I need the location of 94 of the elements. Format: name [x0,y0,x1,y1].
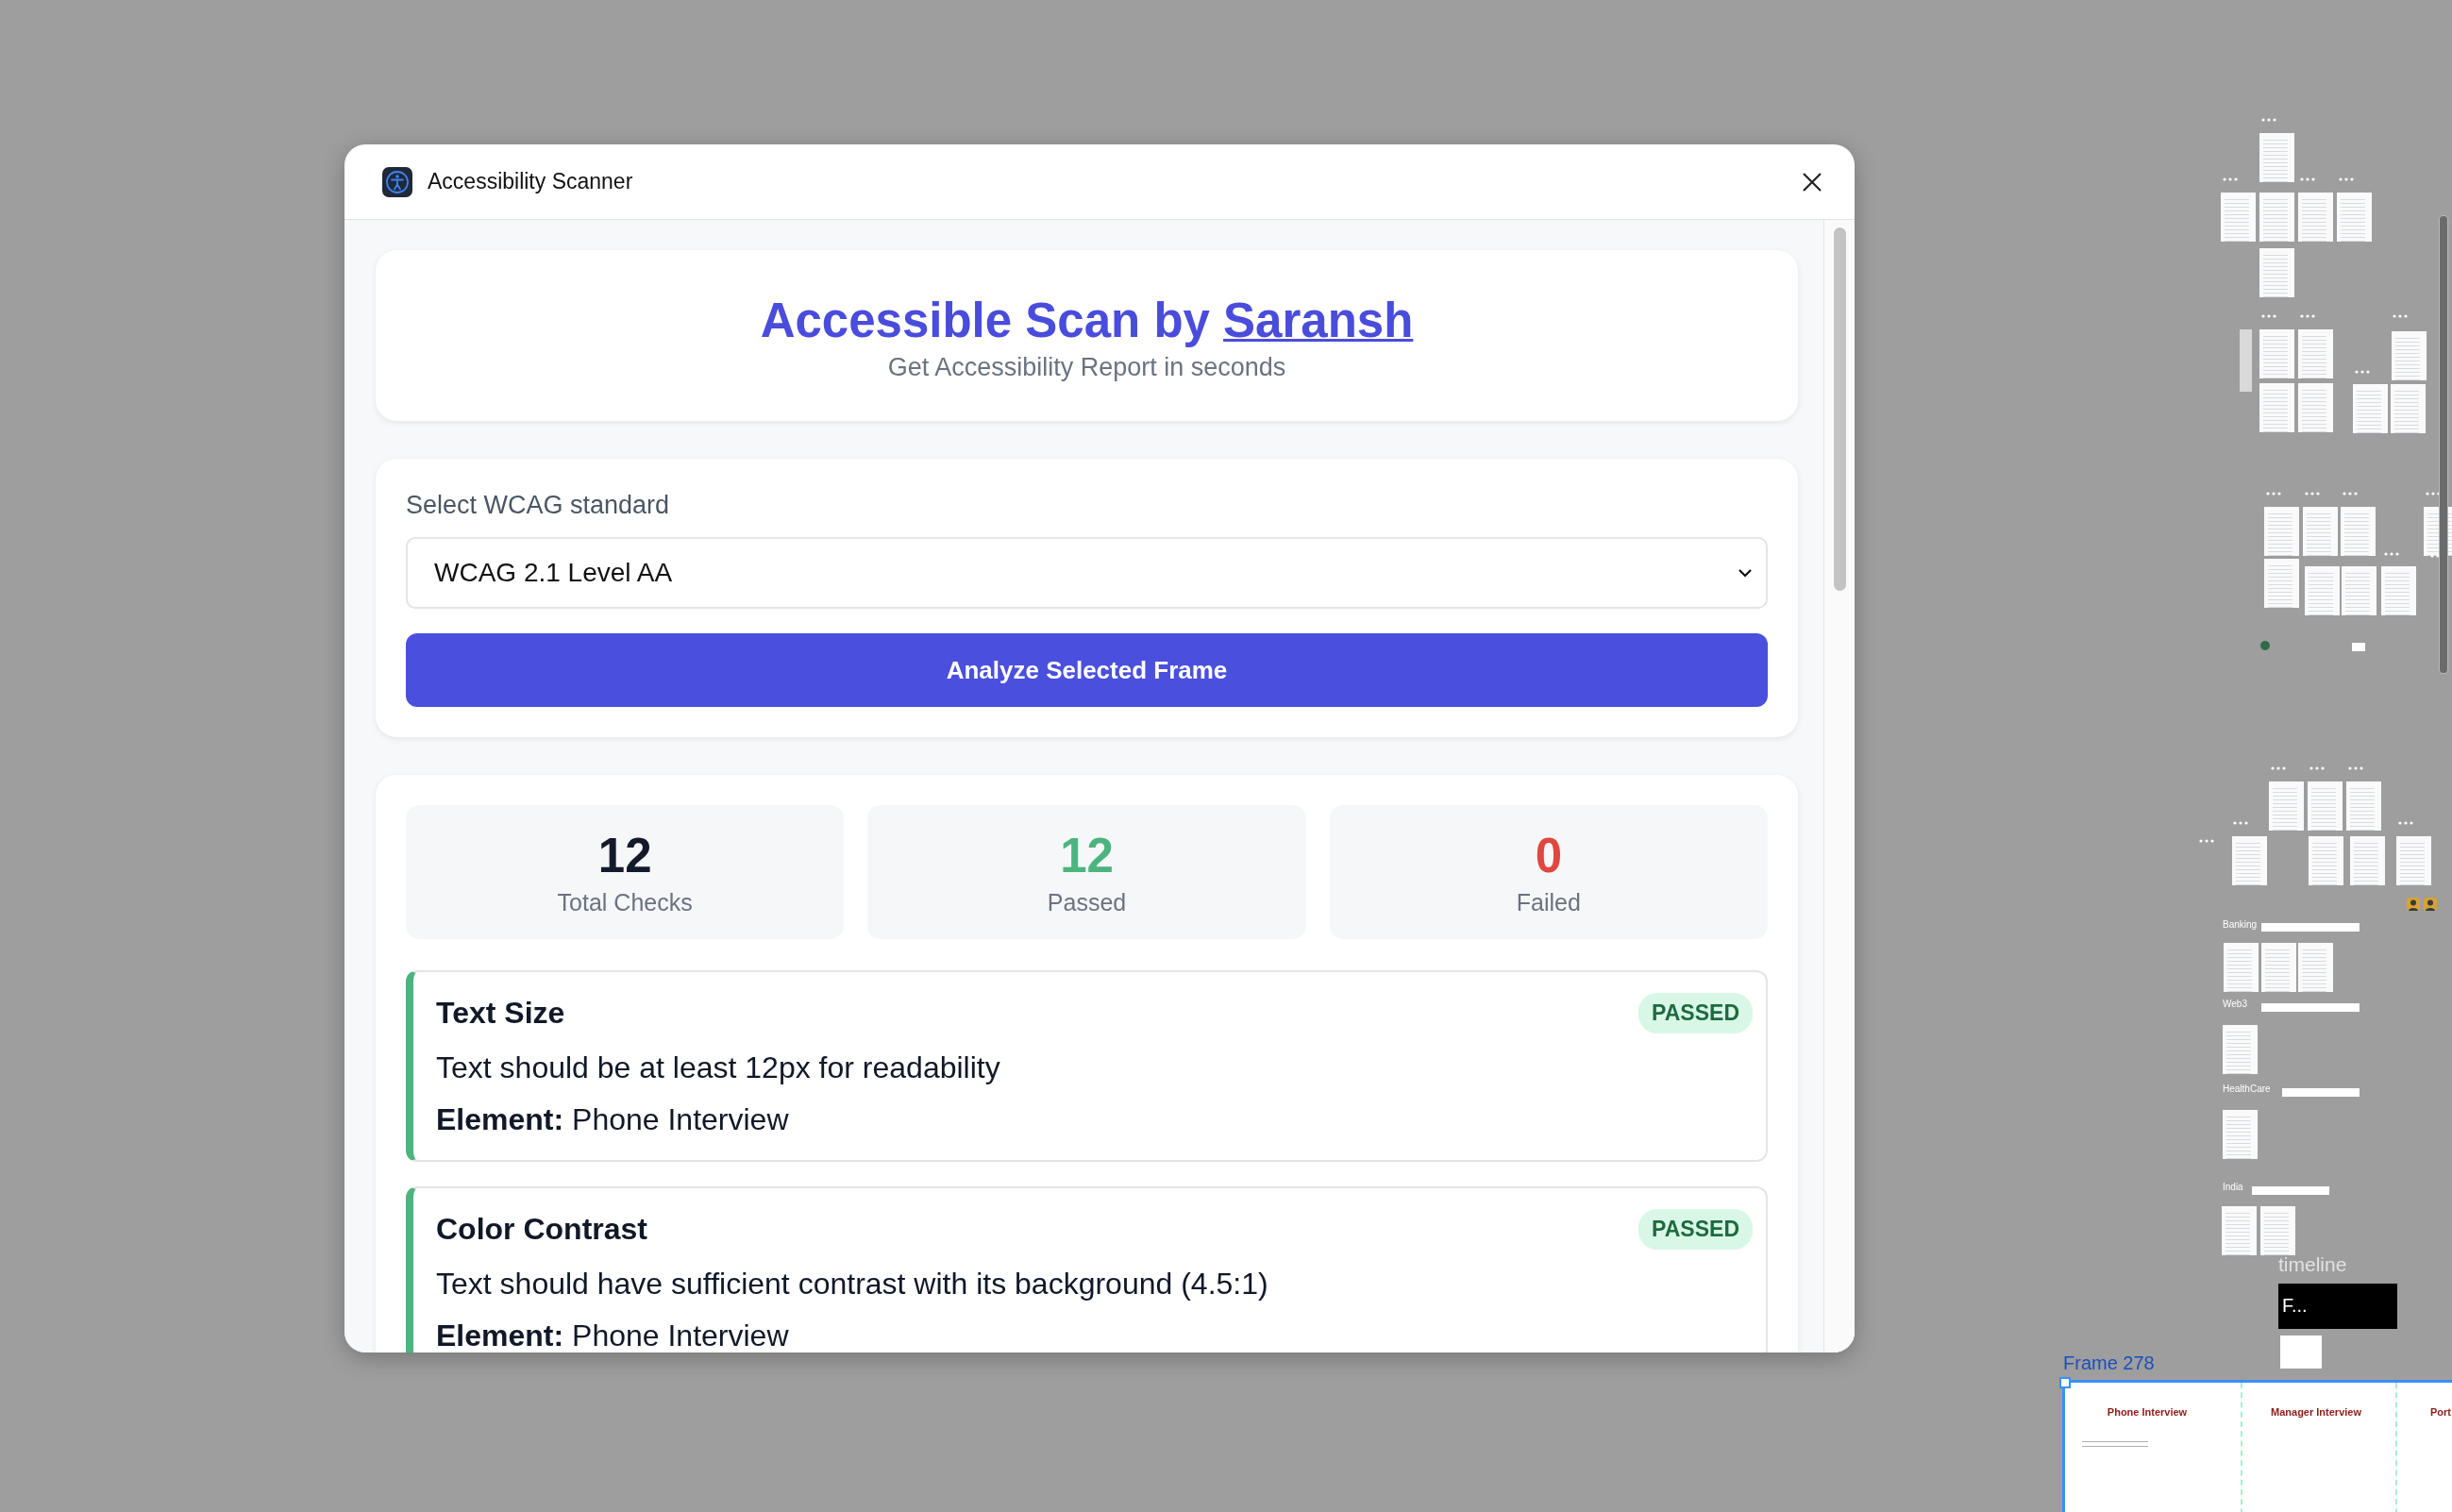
placeholder-block [2240,329,2252,392]
timeline-label: timeline [2278,1253,2347,1276]
stat-value: 12 [1060,828,1114,883]
app-heading: Accessible Scan by [760,294,1210,347]
document-thumbnail [2392,331,2427,380]
mini-thumbnail [2352,643,2365,651]
document-thumbnail [2259,133,2294,182]
document-thumbnail [2381,566,2416,615]
subtitle: Get Accessibility Report in seconds [887,353,1286,382]
stat-value: 12 [597,828,652,883]
author-link[interactable]: Saransh [1223,294,1414,347]
document-thumbnail [2353,384,2388,433]
status-badge: PASSED [1638,1209,1753,1250]
ellipsis-icon [2343,492,2358,496]
ellipsis-icon [2261,314,2276,318]
document-thumbnail [2308,781,2343,831]
document-thumbnail [2221,193,2256,242]
ellipsis-icon [2355,370,2370,374]
document-thumbnail [2298,383,2333,432]
stat-label: Passed [1047,888,1127,916]
document-thumbnail [2223,1025,2258,1074]
document-thumbnail [2223,1110,2258,1159]
document-thumbnail [2337,193,2372,242]
document-thumbnail [2305,566,2340,615]
section-label: HealthCare [2223,1084,2271,1095]
document-thumbnail [2259,329,2294,378]
ellipsis-icon [2305,492,2320,496]
avatar-icon [2407,898,2420,911]
ellipsis-icon [2393,314,2408,318]
check-title: Text Size [436,996,565,1031]
document-thumbnail [2269,781,2304,831]
ellipsis-icon [2266,492,2281,496]
document-thumbnail [2298,193,2333,242]
section-label: Banking [2223,919,2258,931]
accessibility-icon [382,166,412,197]
document-thumbnail [2396,836,2431,885]
document-thumbnail [2350,836,2385,885]
ellipsis-icon [2348,766,2363,770]
analyze-button[interactable]: Analyze Selected Frame [406,633,1768,707]
ellipsis-icon [2233,821,2248,825]
ellipsis-icon [2261,118,2276,122]
ellipsis-icon [2271,766,2286,770]
stat-label: Total Checks [557,888,693,916]
document-thumbnail [2232,836,2267,885]
document-thumbnail [2309,836,2343,885]
document-thumbnail [2264,559,2299,608]
document-thumbnail [2303,507,2338,556]
document-thumbnail [2259,383,2294,432]
ellipsis-icon [2309,766,2325,770]
document-thumbnail [2342,566,2376,615]
document-thumbnail [2224,943,2259,992]
column-heading: Port [2430,1406,2451,1418]
field-label: Select WCAG standard [406,491,671,520]
document-thumbnail [2222,1206,2257,1255]
element-line: Element: Phone Interview [436,1319,790,1352]
document-thumbnail [2264,507,2299,556]
selection-handle[interactable] [2059,1377,2071,1388]
document-thumbnail [2346,781,2381,831]
document-thumbnail [2261,943,2296,992]
avatar-icon [2424,898,2437,911]
column-heading: Phone Interview [2107,1406,2188,1418]
document-thumbnail [2259,248,2294,297]
window-title: Accessibility Scanner [428,169,634,194]
document-thumbnail [2260,1206,2295,1255]
ellipsis-icon [2223,177,2238,181]
canvas-scrollbar[interactable] [2439,215,2448,674]
thumbnail-title: F... [2282,1295,2308,1316]
status-badge: PASSED [1638,993,1753,1033]
ellipsis-icon [2300,314,2315,318]
ellipsis-icon [2384,552,2399,556]
plugin-icon [2260,641,2270,650]
document-thumbnail [2259,193,2294,242]
document-thumbnail [2298,329,2333,378]
document-thumbnail [2298,943,2333,992]
check-description: Text should be at least 12px for readability [436,1050,1001,1085]
scrollbar-thumb[interactable] [1833,227,1846,591]
column-heading: Manager Interview [2271,1406,2361,1418]
stat-value: 0 [1535,828,1562,883]
ellipsis-icon [2199,839,2214,843]
chevron-down-icon [1738,568,1753,578]
check-description: Text should have sufficient contrast with its background (4.5:1) [436,1267,1269,1302]
close-icon[interactable] [1802,171,1822,193]
ellipsis-icon [2339,177,2354,181]
element-line: Element: Phone Interview [436,1102,790,1137]
mini-thumbnail [2280,1336,2322,1369]
stat-label: Failed [1516,888,1581,916]
document-thumbnail [2391,384,2426,433]
standard-dropdown[interactable]: WCAG 2.1 Level AA [406,537,1768,609]
section-label: Web3 [2223,999,2247,1010]
document-thumbnail [2341,507,2376,556]
ellipsis-icon [2398,821,2413,825]
ellipsis-icon [2300,177,2315,181]
check-title: Color Contrast [436,1212,647,1247]
section-label: India [2223,1182,2243,1193]
